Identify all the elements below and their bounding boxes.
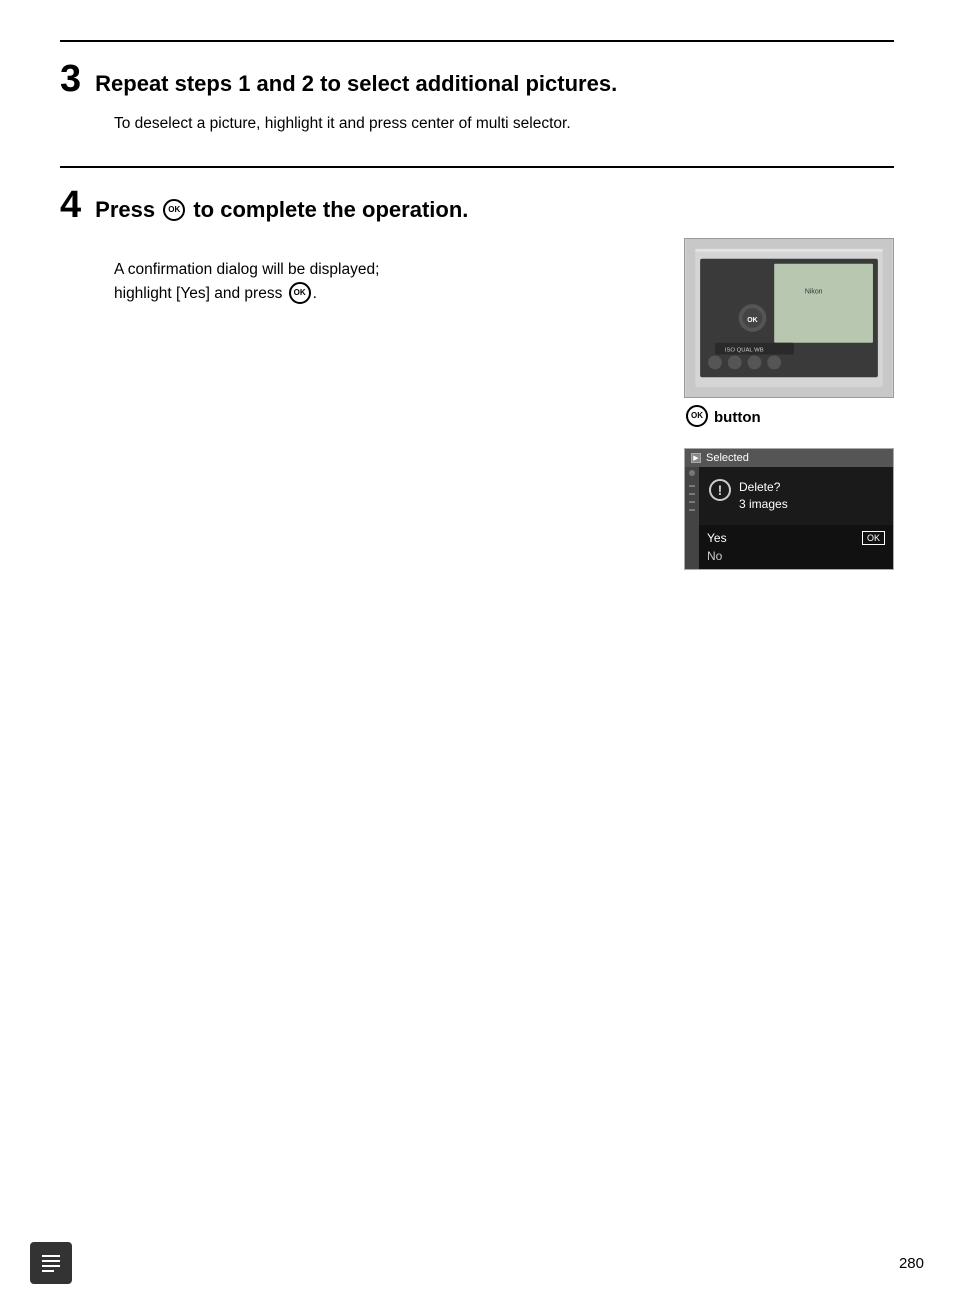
dialog-text: Delete? 3 images — [739, 479, 788, 513]
svg-text:ISO QUAL WB: ISO QUAL WB — [725, 348, 764, 354]
dialog-delete-text: Delete? — [739, 479, 788, 496]
step4-content: A confirmation dialog will be displayed;… — [114, 238, 894, 570]
step3-description: To deselect a picture, highlight it and … — [114, 112, 894, 136]
footer-icon — [30, 1242, 72, 1284]
step4-title-suffix: to complete the operation. — [193, 197, 468, 222]
dialog-buttons: Yes OK No — [699, 525, 893, 569]
dialog-titlebar: ▶ Selected — [685, 449, 893, 467]
ok-button-label: button — [684, 406, 894, 428]
svg-text:OK: OK — [747, 317, 757, 324]
dialog-left-sidebar — [685, 467, 699, 569]
dialog-yes-text: Yes — [707, 531, 727, 545]
dialog-main: ! Delete? 3 images Yes OK — [699, 467, 893, 569]
page-container: 3 Repeat steps 1 and 2 to select additio… — [0, 0, 954, 630]
dialog-titlebar-text: Selected — [706, 452, 749, 464]
step3-header: 3 Repeat steps 1 and 2 to select additio… — [60, 60, 894, 98]
step4-number: 4 — [60, 186, 81, 224]
dialog-image: ▶ Selected — [684, 448, 894, 570]
step4-title-prefix: Press — [95, 197, 155, 222]
step4-right: Nikon OK ISO QUAL WB — [684, 238, 894, 570]
camera-image: Nikon OK ISO QUAL WB — [684, 238, 894, 398]
step3-title: Repeat steps 1 and 2 to select additiona… — [95, 71, 617, 97]
dialog-no-text: No — [707, 549, 722, 563]
ok-symbol-button-label — [686, 405, 708, 427]
ok-symbol-title — [163, 199, 185, 221]
step3-body: To deselect a picture, highlight it and … — [114, 112, 894, 136]
sidebar-line-2 — [689, 493, 695, 495]
dialog-images-count: 3 images — [739, 496, 788, 513]
dialog-warning-icon: ! — [709, 479, 731, 501]
step4-section: 4 Press to complete the operation. A con… — [60, 166, 894, 570]
confirmation-line2: highlight [Yes] and press — [114, 285, 282, 302]
ok-symbol-inline — [289, 282, 311, 304]
dialog-titlebar-icon: ▶ — [691, 453, 701, 463]
step3-number: 3 — [60, 60, 81, 98]
sidebar-line-1 — [689, 485, 695, 487]
dialog-body: ! Delete? 3 images — [699, 467, 893, 525]
dialog-ok-badge: OK — [862, 531, 885, 545]
button-label-text: button — [714, 409, 761, 426]
svg-text:Nikon: Nikon — [805, 288, 823, 295]
confirmation-line1: A confirmation dialog will be displayed; — [114, 261, 379, 278]
step4-header: 4 Press to complete the operation. — [60, 186, 894, 224]
step4-title: Press to complete the operation. — [95, 197, 468, 223]
dialog-yes-row: Yes OK — [707, 529, 885, 547]
page-footer: 280 — [0, 1242, 954, 1284]
step3-section: 3 Repeat steps 1 and 2 to select additio… — [60, 40, 894, 136]
page-number: 280 — [899, 1255, 924, 1272]
dialog-no-row: No — [707, 547, 885, 565]
step4-left: A confirmation dialog will be displayed;… — [114, 238, 654, 570]
dialog-sidebar: ! Delete? 3 images Yes OK — [685, 467, 893, 569]
sidebar-line-4 — [689, 509, 695, 511]
confirmation-text: A confirmation dialog will be displayed;… — [114, 258, 654, 306]
sidebar-dot-1 — [689, 470, 695, 476]
sidebar-line-3 — [689, 501, 695, 503]
